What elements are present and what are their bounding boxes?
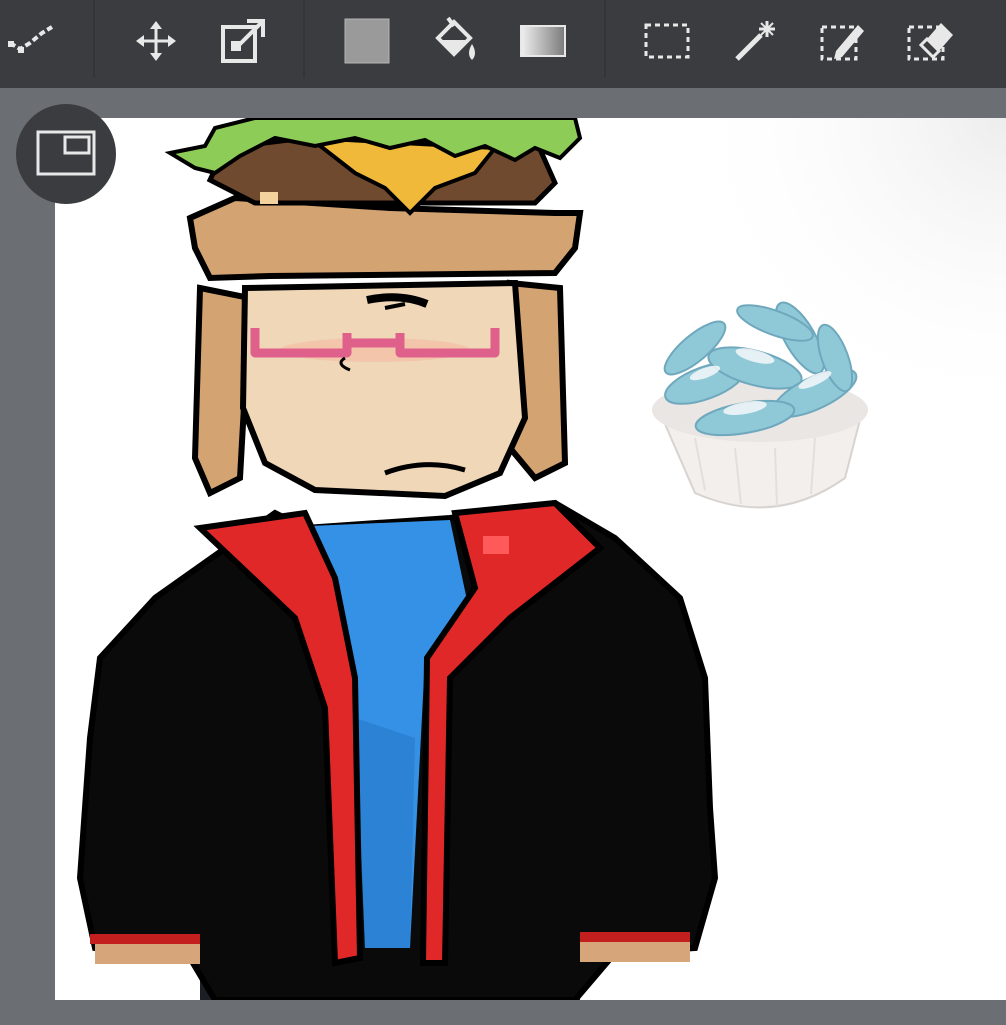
rect-select-icon xyxy=(644,23,690,59)
toolbar-separator xyxy=(303,0,305,78)
drawing-canvas[interactable] xyxy=(55,118,1006,1000)
gradient-icon xyxy=(520,25,566,57)
select-pen-button[interactable] xyxy=(811,10,875,72)
polyline-tool-button[interactable] xyxy=(0,10,64,72)
gradient-tool-button[interactable] xyxy=(511,10,575,72)
bucket-fill-icon xyxy=(435,16,475,60)
select-eraser-button[interactable] xyxy=(898,10,962,72)
magic-wand-icon xyxy=(735,21,775,61)
workspace-margin xyxy=(0,88,1006,120)
move-tool-button[interactable] xyxy=(124,10,188,72)
fill-color-icon xyxy=(344,18,390,64)
magic-wand-button[interactable] xyxy=(723,10,787,72)
transform-icon xyxy=(221,19,265,63)
move-icon xyxy=(136,21,176,61)
select-eraser-icon xyxy=(907,23,953,61)
toolbar-separator xyxy=(604,0,606,78)
canvas-frame-icon xyxy=(36,130,96,176)
select-pen-icon xyxy=(820,25,864,61)
bucket-fill-button[interactable] xyxy=(423,10,487,72)
artwork xyxy=(55,118,1006,1000)
fill-color-button[interactable] xyxy=(335,10,399,72)
polyline-tool-icon xyxy=(8,25,54,53)
top-toolbar xyxy=(0,0,1006,89)
canvas-frame-button[interactable] xyxy=(16,104,116,204)
toolbar-separator xyxy=(93,0,95,78)
transform-tool-button[interactable] xyxy=(211,10,275,72)
rect-select-button[interactable] xyxy=(635,10,699,72)
